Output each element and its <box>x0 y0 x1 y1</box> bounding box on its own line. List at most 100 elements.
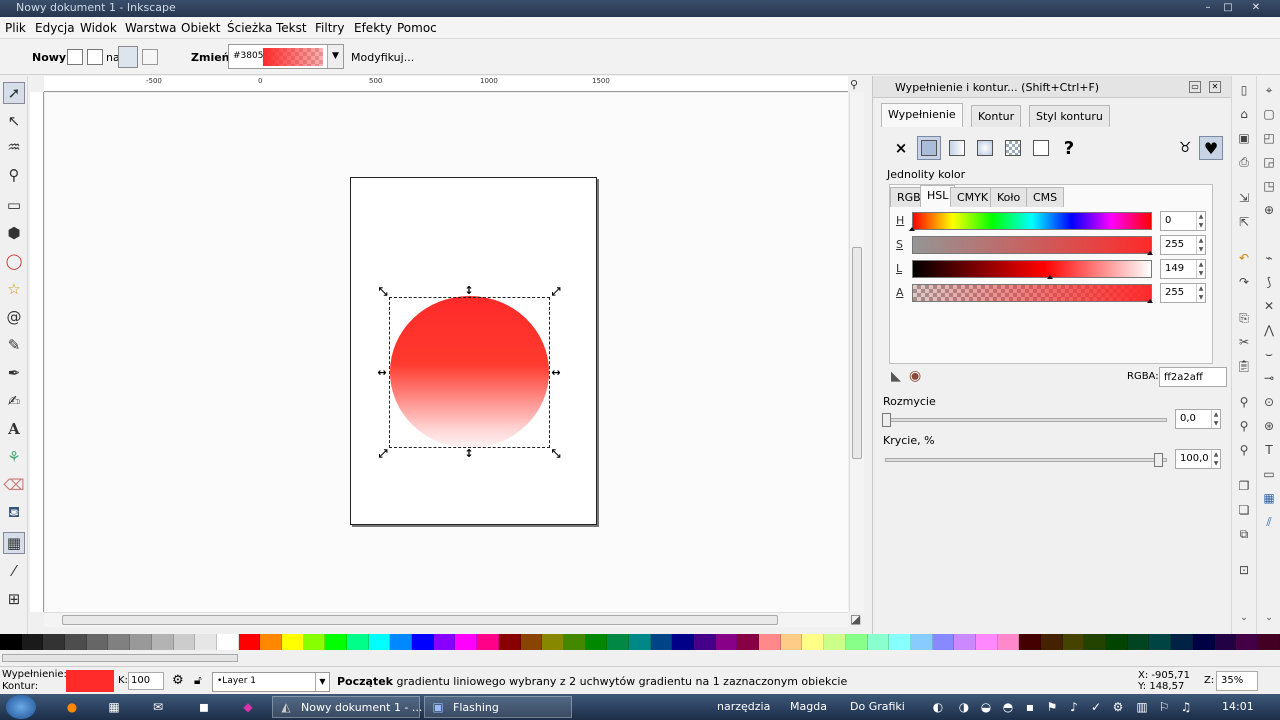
tray-app-icon[interactable]: ◐ <box>930 699 946 715</box>
snap-line-mid-icon[interactable]: ⊸ <box>1261 370 1277 386</box>
palette-swatch[interactable] <box>563 634 586 650</box>
snap-smooth-icon[interactable]: ⌣ <box>1261 346 1277 362</box>
scroll-thumb[interactable] <box>2 654 238 662</box>
snap-path-icon[interactable]: ⟆ <box>1261 274 1277 290</box>
eraser-tool-icon[interactable]: ⌫ <box>3 474 25 496</box>
scroll-thumb[interactable] <box>62 615 778 625</box>
pattern-paint-button[interactable] <box>1001 136 1025 160</box>
opacity-spinbox[interactable]: 100 <box>128 672 164 690</box>
menu-text[interactable]: Tekst <box>276 21 307 35</box>
layer-visibility-icon[interactable]: ⚙ <box>172 673 184 688</box>
duplicate-icon[interactable]: ❐ <box>1236 478 1252 494</box>
text-tool-icon[interactable]: A <box>3 418 25 440</box>
export-icon[interactable]: ⇱ <box>1236 214 1252 230</box>
tweak-tool-icon[interactable]: ♒ <box>3 136 25 158</box>
palette-swatch[interactable] <box>281 634 304 650</box>
snap-midpoint-icon[interactable]: ◳ <box>1261 178 1277 194</box>
rectangle-tool-icon[interactable]: ▭ <box>3 194 25 216</box>
palette-swatch[interactable] <box>1149 634 1172 650</box>
snap-cusp-icon[interactable]: ⋀ <box>1261 322 1277 338</box>
palette-swatch[interactable] <box>932 634 955 650</box>
chevron-down-icon[interactable]: ⌄ <box>1261 610 1277 626</box>
out-of-gamut-icon[interactable]: ◉ <box>909 368 921 384</box>
swatch-paint-button[interactable] <box>1029 136 1053 160</box>
spiral-tool-icon[interactable]: @ <box>3 306 25 328</box>
zoom-page-icon[interactable]: ⚲ <box>1236 442 1252 458</box>
zoom-selection-icon[interactable]: ⚲ <box>1236 394 1252 410</box>
menu-file[interactable]: Plik <box>5 21 26 35</box>
menu-object[interactable]: Obiekt <box>181 21 220 35</box>
palette-swatch[interactable] <box>1236 634 1258 650</box>
dropper-tool-icon[interactable]: ⁄ <box>3 560 25 582</box>
palette-swatch[interactable] <box>1106 634 1128 650</box>
palette-swatch[interactable] <box>65 634 87 650</box>
menu-effects[interactable]: Efekty <box>354 21 392 35</box>
palette-swatch[interactable] <box>650 634 673 650</box>
palette-swatch[interactable] <box>1019 634 1041 650</box>
fill-swatch[interactable] <box>66 670 114 692</box>
tray-app-icon[interactable]: ◓ <box>1000 699 1016 715</box>
unlink-clone-icon[interactable]: ⧉ <box>1236 526 1252 542</box>
palette-swatch[interactable] <box>238 634 261 650</box>
taskbar-toolbar-magda[interactable]: Magda <box>790 700 827 713</box>
snap-guide-icon[interactable]: ⫽ <box>1261 514 1277 530</box>
radial-gradient-button[interactable] <box>87 49 103 65</box>
palette-swatch[interactable] <box>1084 634 1107 650</box>
spin-arrows-icon[interactable]: ▲ ▼ <box>1196 212 1205 230</box>
palette-swatch[interactable] <box>845 634 868 650</box>
layer-lock-icon[interactable]: 🔓︎ <box>194 673 202 688</box>
gradient-tool-icon[interactable]: ▦ <box>3 532 25 554</box>
snap-intersection-icon[interactable]: ✕ <box>1261 298 1277 314</box>
opacity-slider-knob[interactable] <box>1154 453 1163 467</box>
tray-app-icon[interactable]: ▪ <box>1022 699 1038 715</box>
snap-bbox-icon[interactable]: ▢ <box>1261 106 1277 122</box>
palette-swatch[interactable] <box>390 634 413 650</box>
calligraphy-tool-icon[interactable]: ✍ <box>3 390 25 412</box>
explorer-icon[interactable]: ▦ <box>106 699 122 715</box>
tab-cmyk[interactable]: CMYK <box>950 187 996 207</box>
snap-center-icon[interactable]: ⊕ <box>1261 202 1277 218</box>
blur-input[interactable]: 0,0 ▲ ▼ <box>1175 409 1221 429</box>
linear-gradient-paint-button[interactable] <box>945 136 969 160</box>
taskbar-toolbar-tools[interactable]: narzędzia <box>717 700 770 713</box>
palette-swatch[interactable] <box>21 634 44 650</box>
volume-icon[interactable]: ♫ <box>1178 699 1194 715</box>
palette-swatch[interactable] <box>672 634 694 650</box>
snap-text-baseline-icon[interactable]: T <box>1261 442 1277 458</box>
zoom-icon[interactable]: ⚲ <box>850 78 858 91</box>
palette-swatch[interactable] <box>347 634 369 650</box>
snap-grid-icon[interactable]: ▦ <box>1261 490 1277 506</box>
hue-input[interactable]: 0 ▲ ▼ <box>1160 211 1206 231</box>
palette-swatch[interactable] <box>260 634 282 650</box>
clone-icon[interactable]: ❏ <box>1236 502 1252 518</box>
save-icon[interactable]: ▣ <box>1236 130 1252 146</box>
chevron-down-icon[interactable]: ▼ <box>327 45 343 68</box>
snap-nodes-icon[interactable]: ⌁ <box>1261 250 1277 266</box>
connector-tool-icon[interactable]: ⊞ <box>3 588 25 610</box>
palette-swatch[interactable] <box>1127 634 1150 650</box>
modify-button[interactable]: Modyfikuj... <box>351 51 414 64</box>
tray-app-icon[interactable]: ⚙ <box>1110 699 1126 715</box>
tray-app-icon[interactable]: ⚑ <box>1044 699 1060 715</box>
palette-swatch[interactable] <box>1257 634 1280 650</box>
palette-swatch[interactable] <box>759 634 781 650</box>
saturation-marker[interactable] <box>1147 251 1153 255</box>
spin-arrows-icon[interactable]: ▲ ▼ <box>1211 410 1220 428</box>
opacity-input[interactable]: 100,0 ▲ ▼ <box>1175 449 1221 469</box>
selector-tool-icon[interactable]: ➚ <box>3 82 25 104</box>
scale-handle-ne[interactable]: ⤢ <box>550 286 562 298</box>
lightness-slider[interactable] <box>912 260 1152 278</box>
lightness-marker[interactable] <box>1047 275 1054 279</box>
palette-swatch[interactable] <box>1041 634 1063 650</box>
dialog-close-icon[interactable]: ✕ <box>1209 81 1221 93</box>
spray-tool-icon[interactable]: ⚘ <box>3 446 25 468</box>
palette-swatch[interactable] <box>1171 634 1193 650</box>
palette-swatch[interactable] <box>542 634 564 650</box>
maximize-button[interactable]: □ <box>1218 0 1238 15</box>
scale-handle-nw[interactable]: ⤡ <box>377 286 389 298</box>
scale-handle-e[interactable]: ↔ <box>550 367 562 379</box>
bucket-tool-icon[interactable]: ⛾ <box>3 502 25 524</box>
taskbar-toolbar-graphics[interactable]: Do Grafiki <box>850 700 905 713</box>
palette-swatch[interactable] <box>43 634 66 650</box>
gradient-select[interactable]: #3805 ▼ <box>228 44 344 69</box>
